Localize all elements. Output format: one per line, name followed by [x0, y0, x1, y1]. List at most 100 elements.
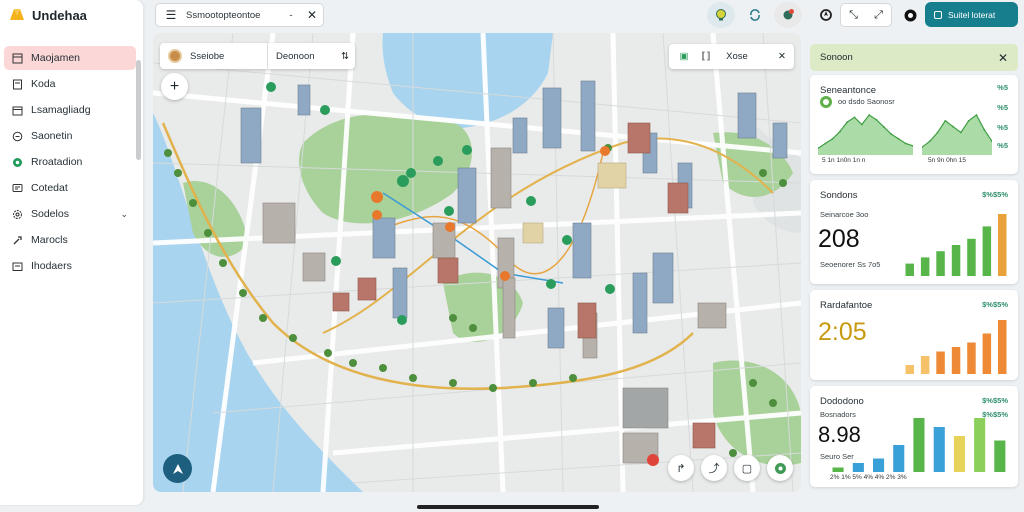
home-indicator: [417, 505, 599, 509]
card-tag: $%$5%: [982, 396, 1008, 405]
view-toggle-group: ⤡ ⤢: [840, 3, 892, 27]
close-icon[interactable]: ✕: [301, 8, 323, 22]
area-point-4: [846, 121, 849, 124]
chevron-down-icon: ⌄: [120, 208, 128, 219]
square-button[interactable]: ▢: [734, 455, 760, 481]
bar-1: [905, 365, 914, 374]
crop-icon[interactable]: ⟦⟧: [695, 51, 717, 62]
sidebar-nav: Maojamen Koda Lsamagliadg Saonetin Rroat…: [4, 46, 136, 280]
sidebar-scrollbar[interactable]: [136, 60, 141, 160]
bar-6: [982, 333, 992, 374]
sidebar-item-1[interactable]: Koda: [4, 72, 136, 96]
bar-chart-3: [832, 418, 1006, 472]
bar-2: [920, 356, 930, 374]
layers-button[interactable]: [767, 455, 793, 481]
area-point-2: [936, 131, 939, 134]
sidebar-item-label: Cotedat: [31, 182, 68, 194]
zoom-in-button[interactable]: +: [161, 73, 188, 100]
map-toolbar: ▣ ⟦⟧ Xose ✕: [669, 44, 794, 69]
area-point-4: [952, 125, 955, 128]
x-axis-labels: 5 1n 1n0n 1n n: [822, 157, 866, 164]
sidebar-item-3[interactable]: Saonetin: [4, 124, 136, 148]
metric-value: 2:05: [818, 318, 867, 346]
search-input[interactable]: Ssmootopteontoe: [186, 10, 281, 21]
settings-button[interactable]: [896, 2, 924, 28]
sidebar: Undehaa Maojamen Koda Lsamagliadg Saonet…: [0, 0, 143, 505]
sidebar-item-0[interactable]: Maojamen: [4, 46, 136, 70]
area-point-2: [831, 137, 834, 140]
walk-button[interactable]: ⤴: [701, 455, 727, 481]
card-title: Rardafantoe: [820, 300, 873, 311]
bar-2: [852, 463, 864, 472]
area-point-8: [983, 128, 986, 131]
menu-icon[interactable]: ☰: [156, 8, 186, 22]
card-subtitle: Seinarcoe 3oo: [820, 210, 869, 219]
bar-5: [967, 342, 976, 374]
sidebar-item-8[interactable]: Ihodaers: [4, 254, 136, 278]
card-title: Dododono: [820, 396, 864, 407]
area-point-11: [897, 137, 900, 140]
notifications-button[interactable]: [774, 2, 802, 28]
area-point-8: [875, 118, 878, 121]
panel-header: Sonoon ✕: [810, 44, 1018, 71]
area-series: [922, 115, 992, 155]
sidebar-item-label: Sodelos: [31, 208, 69, 220]
lightbulb-button[interactable]: [707, 2, 735, 28]
tag-d: %5: [997, 141, 1008, 150]
doc-icon: [13, 79, 22, 89]
tool-icon: [13, 235, 22, 244]
walk-icon: ⤴: [708, 463, 720, 475]
bar-1: [832, 467, 844, 472]
collapse-icon[interactable]: ⤡: [849, 9, 858, 22]
location-button[interactable]: [812, 2, 840, 28]
search-bar[interactable]: ☰ Ssmootopteontoe - ✕: [155, 3, 324, 27]
bar-5: [967, 238, 976, 276]
close-icon[interactable]: ✕: [998, 51, 1008, 65]
card-title: Sondons: [820, 190, 858, 201]
grid-icon: [12, 53, 23, 63]
map-tool-label[interactable]: Xose: [717, 51, 757, 62]
swap-icon[interactable]: ⇅: [335, 51, 355, 62]
area-point-12: [904, 142, 907, 145]
circle-icon: [12, 131, 23, 141]
bar-3: [873, 458, 885, 472]
directions-button[interactable]: ↱: [668, 455, 694, 481]
bar-4: [951, 245, 961, 276]
route-to-input[interactable]: Deonoon: [268, 51, 335, 62]
sidebar-item-7[interactable]: Marocls: [4, 228, 136, 252]
sidebar-item-5[interactable]: Cotedat: [4, 176, 136, 200]
area-series: [818, 115, 913, 155]
close-icon[interactable]: ✕: [770, 51, 794, 62]
bell-icon: [783, 9, 794, 20]
card-tag: $%$5%: [982, 300, 1008, 309]
card-footer: Seoenorer Ss 7o5: [820, 260, 881, 269]
pin-icon: [13, 157, 22, 167]
settings-icon: [904, 9, 916, 21]
area-chart-2: [922, 114, 992, 155]
sidebar-item-2[interactable]: Lsamagliadg: [4, 98, 136, 122]
map-view[interactable]: [153, 33, 801, 492]
tag-b: %5: [997, 103, 1008, 112]
bar-3: [936, 251, 945, 276]
sidebar-item-6[interactable]: Sodelos ⌄: [4, 202, 136, 226]
sidebar-item-label: Koda: [31, 78, 56, 90]
area-chart-1: [818, 114, 913, 155]
primary-action-button[interactable]: Suitel loterat: [925, 2, 1018, 27]
expand-icon[interactable]: ⤢: [874, 9, 883, 22]
refresh-button[interactable]: [741, 2, 769, 28]
search-minimize[interactable]: -: [281, 10, 301, 21]
area-point-7: [868, 114, 871, 116]
gear-icon: [13, 209, 22, 219]
car-icon[interactable]: ▣: [673, 51, 695, 62]
route-from-input[interactable]: Sseiobe: [190, 43, 268, 69]
route-search[interactable]: Sseiobe Deonoon ⇅: [160, 43, 355, 69]
area-point-6: [860, 123, 863, 126]
lightbulb-icon: [716, 9, 726, 21]
bar-5: [913, 418, 925, 472]
bar-7: [953, 436, 965, 472]
bar-7: [998, 214, 1007, 276]
panel-title: Sonoon: [820, 52, 853, 63]
sidebar-item-4[interactable]: Rroatadion: [4, 150, 136, 174]
card-rardafantoe: Rardafantoe $%$5% 2:05: [810, 290, 1018, 380]
navigate-button[interactable]: [163, 454, 192, 483]
